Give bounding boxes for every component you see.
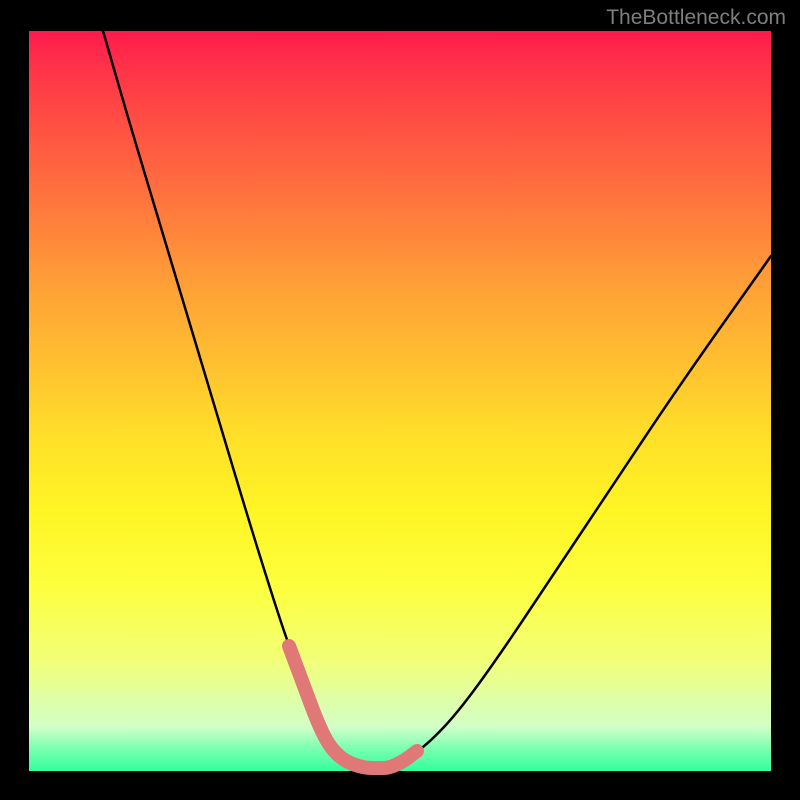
bottleneck-chart-svg — [29, 31, 771, 771]
chart-plot-area — [29, 31, 771, 771]
highlight-band-path — [289, 646, 417, 768]
watermark-text: TheBottleneck.com — [606, 6, 786, 30]
bottleneck-curve-path — [103, 31, 771, 768]
